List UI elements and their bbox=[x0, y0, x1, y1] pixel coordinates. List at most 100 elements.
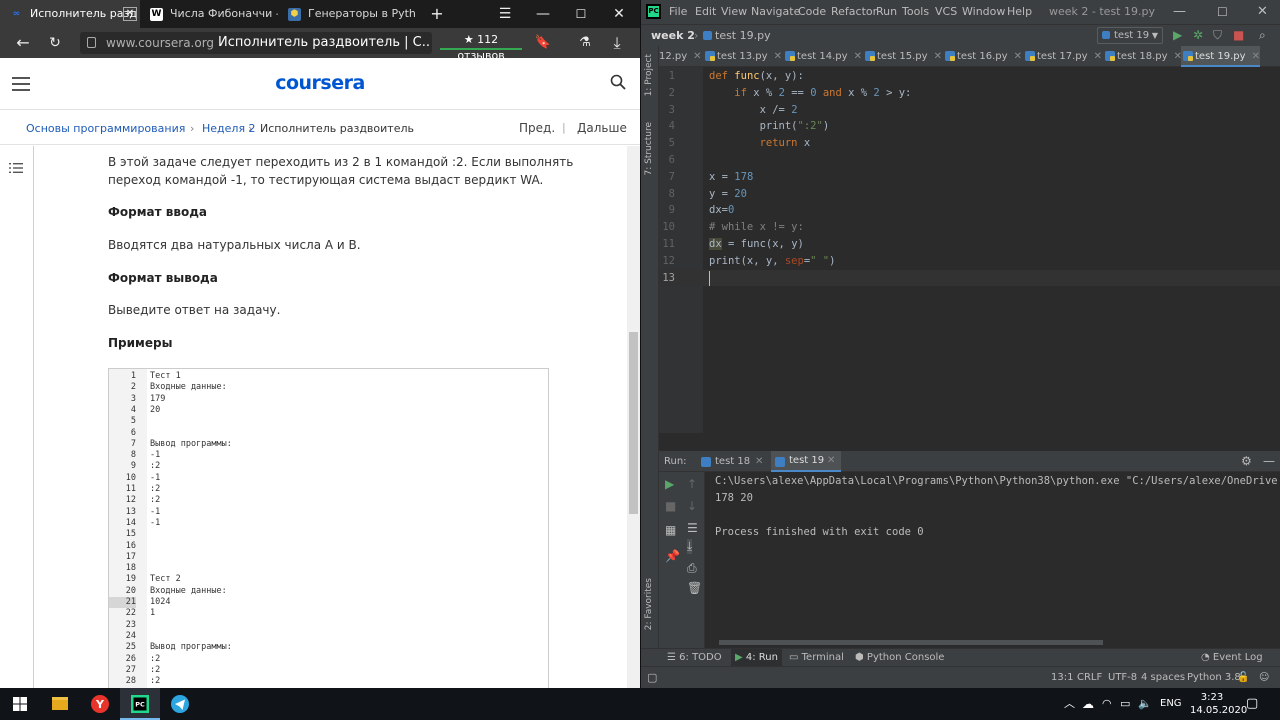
menu-file[interactable]: File bbox=[669, 0, 687, 24]
file-explorer-icon[interactable] bbox=[40, 688, 80, 720]
pin-icon[interactable]: 📌 bbox=[665, 549, 680, 563]
maximize-icon[interactable]: ☐ bbox=[562, 0, 600, 28]
editor-tab[interactable]: test 15.py ✕ bbox=[863, 46, 942, 67]
menu-refactor[interactable]: Refactor bbox=[831, 0, 877, 24]
yandex-browser-icon[interactable]: Y bbox=[80, 688, 120, 720]
python-interpreter[interactable]: Python 3.8 bbox=[1187, 667, 1241, 689]
close-tab-icon[interactable]: ✕ bbox=[755, 451, 763, 472]
run-icon[interactable]: ▶ bbox=[1173, 25, 1182, 46]
page-scrollbar[interactable] bbox=[627, 146, 640, 688]
menu-run[interactable]: Run bbox=[876, 0, 897, 24]
menu-view[interactable]: View bbox=[721, 0, 747, 24]
browser-tab-fibonacci[interactable]: W Числа Фибоначчи — bbox=[140, 0, 278, 28]
editor-tab[interactable]: test 18.py ✕ bbox=[1103, 46, 1182, 67]
extension-icon[interactable]: ⚗ bbox=[570, 28, 600, 58]
layout-toggle-icon[interactable]: ▢ bbox=[647, 667, 657, 689]
menu-tools[interactable]: Tools bbox=[902, 0, 929, 24]
scrollbar-thumb[interactable] bbox=[629, 332, 638, 514]
download-icon[interactable]: ⤓ bbox=[602, 28, 632, 58]
coursera-logo[interactable]: coursera bbox=[0, 72, 640, 94]
editor-tab[interactable]: test 14.py ✕ bbox=[783, 46, 862, 67]
todo-tool-button[interactable]: ☰ 6: TODO bbox=[667, 649, 722, 667]
telegram-icon[interactable] bbox=[160, 688, 200, 720]
run-tool-button[interactable]: ▶ 4: Run bbox=[731, 649, 782, 667]
code-editor[interactable]: 1 def func(x, y): 2 if x % 2 == 0 and x %… bbox=[659, 67, 1280, 433]
close-window-icon[interactable]: ✕ bbox=[600, 0, 638, 28]
onedrive-cloud-icon[interactable]: ☁ bbox=[1082, 688, 1094, 720]
close-tab-icon[interactable]: ✕ bbox=[123, 7, 137, 21]
menu-vcs[interactable]: VCS bbox=[935, 0, 957, 24]
debug-icon[interactable]: ✲ bbox=[1193, 25, 1203, 46]
outline-list-icon[interactable] bbox=[9, 162, 23, 174]
hide-panel-icon[interactable]: — bbox=[1263, 451, 1275, 472]
search-icon[interactable] bbox=[610, 74, 626, 90]
project-crumb[interactable]: week 2 bbox=[651, 25, 695, 46]
editor-tab[interactable]: test 13.py ✕ bbox=[703, 46, 782, 67]
pycharm-taskbar-icon[interactable]: PC bbox=[120, 688, 160, 720]
volume-icon[interactable]: 🔈 bbox=[1138, 688, 1152, 720]
coverage-icon[interactable]: ⛉ bbox=[1213, 25, 1222, 46]
notifications-icon[interactable]: ☺ bbox=[1259, 667, 1269, 689]
menu-code[interactable]: Code bbox=[798, 0, 826, 24]
maximize-icon[interactable]: ☐ bbox=[1217, 0, 1228, 24]
trash-icon[interactable]: 🗑 bbox=[687, 581, 702, 595]
line-separator[interactable]: CRLF bbox=[1077, 667, 1102, 689]
wrap-icon[interactable]: ☰ bbox=[687, 521, 698, 535]
back-icon[interactable]: ← bbox=[8, 28, 38, 58]
file-crumb[interactable]: test 19.py bbox=[715, 25, 771, 46]
reload-icon[interactable]: ↻ bbox=[40, 28, 70, 58]
browser-tab-coursera[interactable]: ∞ Исполнитель разд ✕ bbox=[0, 0, 140, 28]
run-tab-test18[interactable]: test 18 bbox=[715, 451, 750, 472]
editor-tab[interactable]: test 16.py ✕ bbox=[943, 46, 1022, 67]
layout-icon[interactable]: ▦ bbox=[665, 523, 676, 537]
windows-start-icon[interactable] bbox=[0, 688, 40, 720]
scroll-down-icon[interactable]: ↓ bbox=[687, 499, 697, 513]
run-config-select[interactable]: test 19 ▼ bbox=[1097, 27, 1163, 44]
close-window-icon[interactable]: ✕ bbox=[1257, 0, 1268, 24]
close-tab-icon[interactable]: ✕ bbox=[1094, 51, 1102, 62]
rerun-icon[interactable]: ▶ bbox=[665, 477, 674, 491]
browser-tab-generators[interactable]: ⬢ Генераторы в Python bbox=[278, 0, 416, 28]
stop-icon[interactable]: ■ bbox=[665, 499, 676, 513]
run-tab-test19[interactable]: test 19 ✕ bbox=[771, 451, 841, 472]
lock-icon[interactable]: 🔓 bbox=[1237, 667, 1249, 689]
tray-chevron-up-icon[interactable]: ︿ bbox=[1064, 688, 1075, 720]
project-tool-button[interactable]: 1: Project bbox=[644, 54, 654, 96]
event-log-tool-button[interactable]: ◔ Event Log bbox=[1201, 649, 1263, 667]
close-tab-icon[interactable]: ✕ bbox=[1014, 51, 1022, 62]
indent-setting[interactable]: 4 spaces bbox=[1141, 667, 1185, 689]
menu-edit[interactable]: Edit bbox=[695, 0, 716, 24]
close-tab-icon[interactable]: ✕ bbox=[693, 51, 701, 62]
menu-icon[interactable]: ☰ bbox=[486, 0, 524, 28]
close-tab-icon[interactable]: ✕ bbox=[827, 451, 835, 471]
minimize-icon[interactable]: — bbox=[1173, 0, 1186, 24]
clock[interactable]: 3:23 14.05.2020 bbox=[1190, 691, 1247, 717]
terminal-tool-button[interactable]: ▭ Terminal bbox=[789, 649, 844, 667]
structure-tool-button[interactable]: 7: Structure bbox=[644, 122, 654, 176]
breadcrumb-course[interactable]: Основы программирования на Pytho bbox=[26, 122, 186, 135]
editor-tab[interactable]: test 19.py ✕ bbox=[1181, 46, 1260, 67]
editor-tab[interactable]: test 17.py ✕ bbox=[1023, 46, 1102, 67]
close-tab-icon[interactable]: ✕ bbox=[934, 51, 942, 62]
new-tab-button[interactable]: + bbox=[418, 0, 456, 28]
favorites-tool-button[interactable]: 2: Favorites bbox=[644, 578, 654, 630]
close-tab-icon[interactable]: ✕ bbox=[774, 51, 782, 62]
action-center-icon[interactable]: ▢ bbox=[1246, 688, 1258, 720]
prev-link[interactable]: Пред. bbox=[519, 121, 555, 135]
bookmark-icon[interactable]: 🔖 bbox=[528, 28, 558, 58]
gear-icon[interactable]: ⚙ bbox=[1241, 451, 1252, 472]
horizontal-scrollbar[interactable] bbox=[719, 640, 1103, 645]
menu-navigate[interactable]: Navigate bbox=[751, 0, 800, 24]
file-encoding[interactable]: UTF-8 bbox=[1108, 667, 1137, 689]
python-console-tool-button[interactable]: ⬢ Python Console bbox=[855, 649, 944, 667]
menu-window[interactable]: Window bbox=[962, 0, 1005, 24]
battery-icon[interactable]: ▭ bbox=[1120, 688, 1130, 720]
next-link[interactable]: Дальше bbox=[577, 121, 627, 135]
stop-icon[interactable]: ■ bbox=[1233, 25, 1244, 46]
editor-tab[interactable]: 12.py ✕ bbox=[659, 46, 702, 67]
language-indicator[interactable]: ENG bbox=[1160, 688, 1182, 720]
minimize-icon[interactable]: — bbox=[524, 0, 562, 28]
wifi-icon[interactable]: ◠ bbox=[1102, 688, 1112, 720]
scroll-to-end-icon[interactable]: ⤓ bbox=[687, 539, 693, 554]
menu-help[interactable]: Help bbox=[1007, 0, 1032, 24]
